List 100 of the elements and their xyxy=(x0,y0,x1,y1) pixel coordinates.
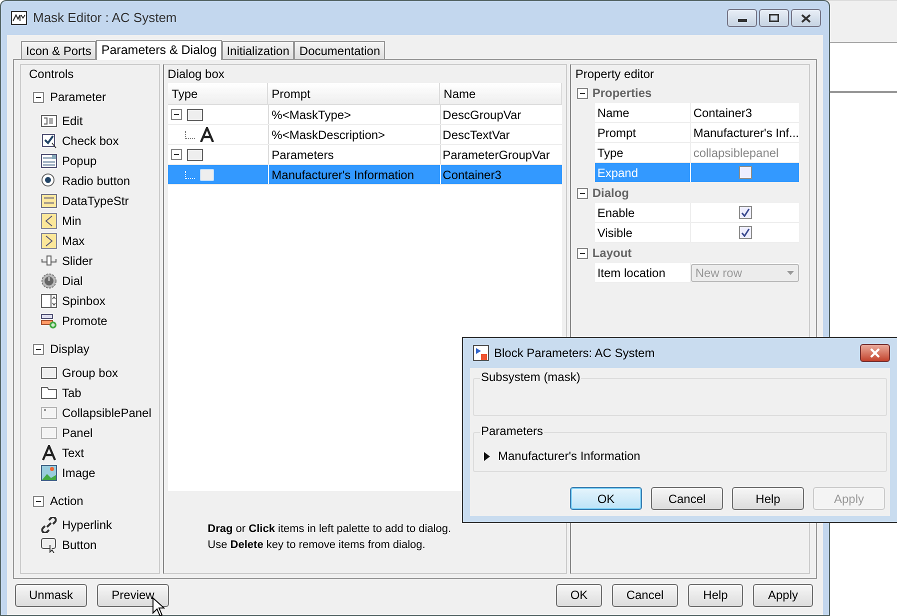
table-row[interactable]: Manufacturer's Information Container3 xyxy=(168,165,562,185)
property-label: Name xyxy=(595,103,692,122)
palette-item[interactable]: Panel xyxy=(41,423,159,443)
checkbox[interactable] xyxy=(738,166,752,179)
section-header: Action xyxy=(50,493,84,510)
hyperlink-control-icon xyxy=(41,517,57,533)
table-cell: DescGroupVar xyxy=(440,105,562,124)
panel-control-icon xyxy=(41,425,57,441)
footer-button[interactable]: Cancel xyxy=(612,584,678,606)
collapse-icon[interactable] xyxy=(577,188,588,198)
maximize-button[interactable] xyxy=(759,9,789,27)
radio-control-icon xyxy=(41,173,57,189)
collapse-icon[interactable] xyxy=(33,92,44,102)
palette-item[interactable]: CollapsiblePanel xyxy=(41,403,159,423)
collapse-icon[interactable] xyxy=(170,109,182,120)
footer-button[interactable]: Apply xyxy=(753,584,813,606)
collapse-icon[interactable] xyxy=(577,88,588,98)
tab[interactable]: Documentation xyxy=(294,41,386,59)
promote-control-icon xyxy=(41,313,57,329)
footer-button[interactable]: OK xyxy=(556,584,602,606)
palette-item[interactable]: Text xyxy=(41,443,159,463)
dialog-button[interactable]: Help xyxy=(732,487,804,510)
panel-title: Property editor xyxy=(575,66,656,83)
property-row[interactable]: Visible xyxy=(595,223,799,243)
tab[interactable]: Initialization xyxy=(222,41,294,59)
palette-item[interactable]: Hyperlink xyxy=(41,515,159,535)
table-row[interactable]: %<MaskType> DescGroupVar xyxy=(168,105,562,125)
group-label: Subsystem (mask) xyxy=(480,370,582,384)
table-cell: Parameters xyxy=(268,145,440,164)
palette-item[interactable]: Radio button xyxy=(41,171,159,191)
table-cell: DescTextVar xyxy=(440,125,562,144)
palette-item[interactable]: Dial xyxy=(41,271,159,291)
collapse-icon[interactable] xyxy=(170,149,182,160)
collapse-icon[interactable] xyxy=(577,248,588,258)
property-row[interactable]: Name Container3 xyxy=(595,103,799,123)
palette-item[interactable]: Max xyxy=(41,231,159,251)
close-button[interactable] xyxy=(791,9,821,27)
property-row[interactable]: Enable xyxy=(595,203,799,223)
group-box-icon xyxy=(186,108,203,120)
group-box-icon xyxy=(186,148,203,160)
palette-item[interactable]: Button xyxy=(41,535,159,555)
column-header[interactable]: Type xyxy=(168,83,268,104)
spinbox-control-icon xyxy=(41,293,57,309)
table-cell: ParameterGroupVar xyxy=(440,145,562,164)
palette-item[interactable]: Slider xyxy=(41,251,159,271)
property-row[interactable]: Prompt Manufacturer's Inf... xyxy=(595,123,799,143)
button-control-icon xyxy=(41,537,57,553)
table-row[interactable]: %<MaskDescription> DescTextVar xyxy=(168,125,562,145)
collapse-icon[interactable] xyxy=(33,496,44,506)
table-cell: %<MaskDescription> xyxy=(268,125,440,144)
edit-control-icon xyxy=(41,113,57,129)
close-button[interactable] xyxy=(860,344,890,362)
window-title: Block Parameters: AC System xyxy=(494,345,655,362)
palette-item[interactable]: Popup xyxy=(41,151,159,171)
property-label: Visible xyxy=(595,223,692,242)
footer-button[interactable]: Unmask xyxy=(15,584,87,606)
hint-text: Drag or Click items in left palette to add to dialog. xyxy=(208,522,452,537)
tab[interactable]: Icon & Ports xyxy=(21,41,96,59)
tab[interactable]: Parameters & Dialog xyxy=(96,40,222,60)
palette-item[interactable]: Tab xyxy=(41,383,159,403)
palette-item[interactable]: Check box xyxy=(41,131,159,151)
column-header[interactable]: Prompt xyxy=(268,83,440,104)
close-icon xyxy=(801,14,811,22)
dialog-button[interactable]: Cancel xyxy=(651,487,723,510)
popup-control-icon xyxy=(41,153,57,169)
block-icon xyxy=(473,345,489,361)
section-header: Display xyxy=(50,341,90,358)
checkbox[interactable] xyxy=(738,206,752,219)
dropdown-arrow-icon xyxy=(787,270,794,274)
palette-item[interactable]: Spinbox xyxy=(41,291,159,311)
palette-item[interactable]: Min xyxy=(41,211,159,231)
table-row[interactable]: Parameters ParameterGroupVar xyxy=(168,145,562,165)
panel-title: Controls xyxy=(29,66,75,83)
min-control-icon xyxy=(41,213,57,229)
palette-item[interactable]: Promote xyxy=(41,311,159,331)
collapse-icon[interactable] xyxy=(33,344,44,354)
collapsible-panel-toggle[interactable]: Manufacturer's Information xyxy=(484,447,640,465)
section-header: Layout xyxy=(592,245,632,262)
checkmark-icon xyxy=(740,208,750,217)
palette-item[interactable]: Edit xyxy=(41,111,159,131)
minimize-button[interactable] xyxy=(727,9,757,27)
footer-button[interactable]: Help xyxy=(688,584,743,606)
property-label: Expand xyxy=(595,163,692,182)
property-value: collapsiblepanel xyxy=(692,144,779,162)
groupbox-control-icon xyxy=(41,365,57,381)
checkbox[interactable] xyxy=(738,226,752,239)
panel-title: Dialog box xyxy=(168,66,226,83)
max-control-icon xyxy=(41,233,57,249)
palette-item[interactable]: Group box xyxy=(41,363,159,383)
mask-editor-icon xyxy=(11,11,27,25)
section-header: Dialog xyxy=(592,185,629,202)
section-header: Parameter xyxy=(50,89,106,106)
dial-control-icon xyxy=(41,273,57,289)
checkmark-icon xyxy=(740,228,750,237)
palette-item[interactable]: DataTypeStr xyxy=(41,191,159,211)
palette-item[interactable]: Image xyxy=(41,463,159,483)
footer-button[interactable]: Preview xyxy=(97,584,169,606)
dialog-button[interactable]: OK xyxy=(570,487,642,510)
column-header[interactable]: Name xyxy=(440,83,562,104)
table-cell: %<MaskType> xyxy=(268,105,440,124)
